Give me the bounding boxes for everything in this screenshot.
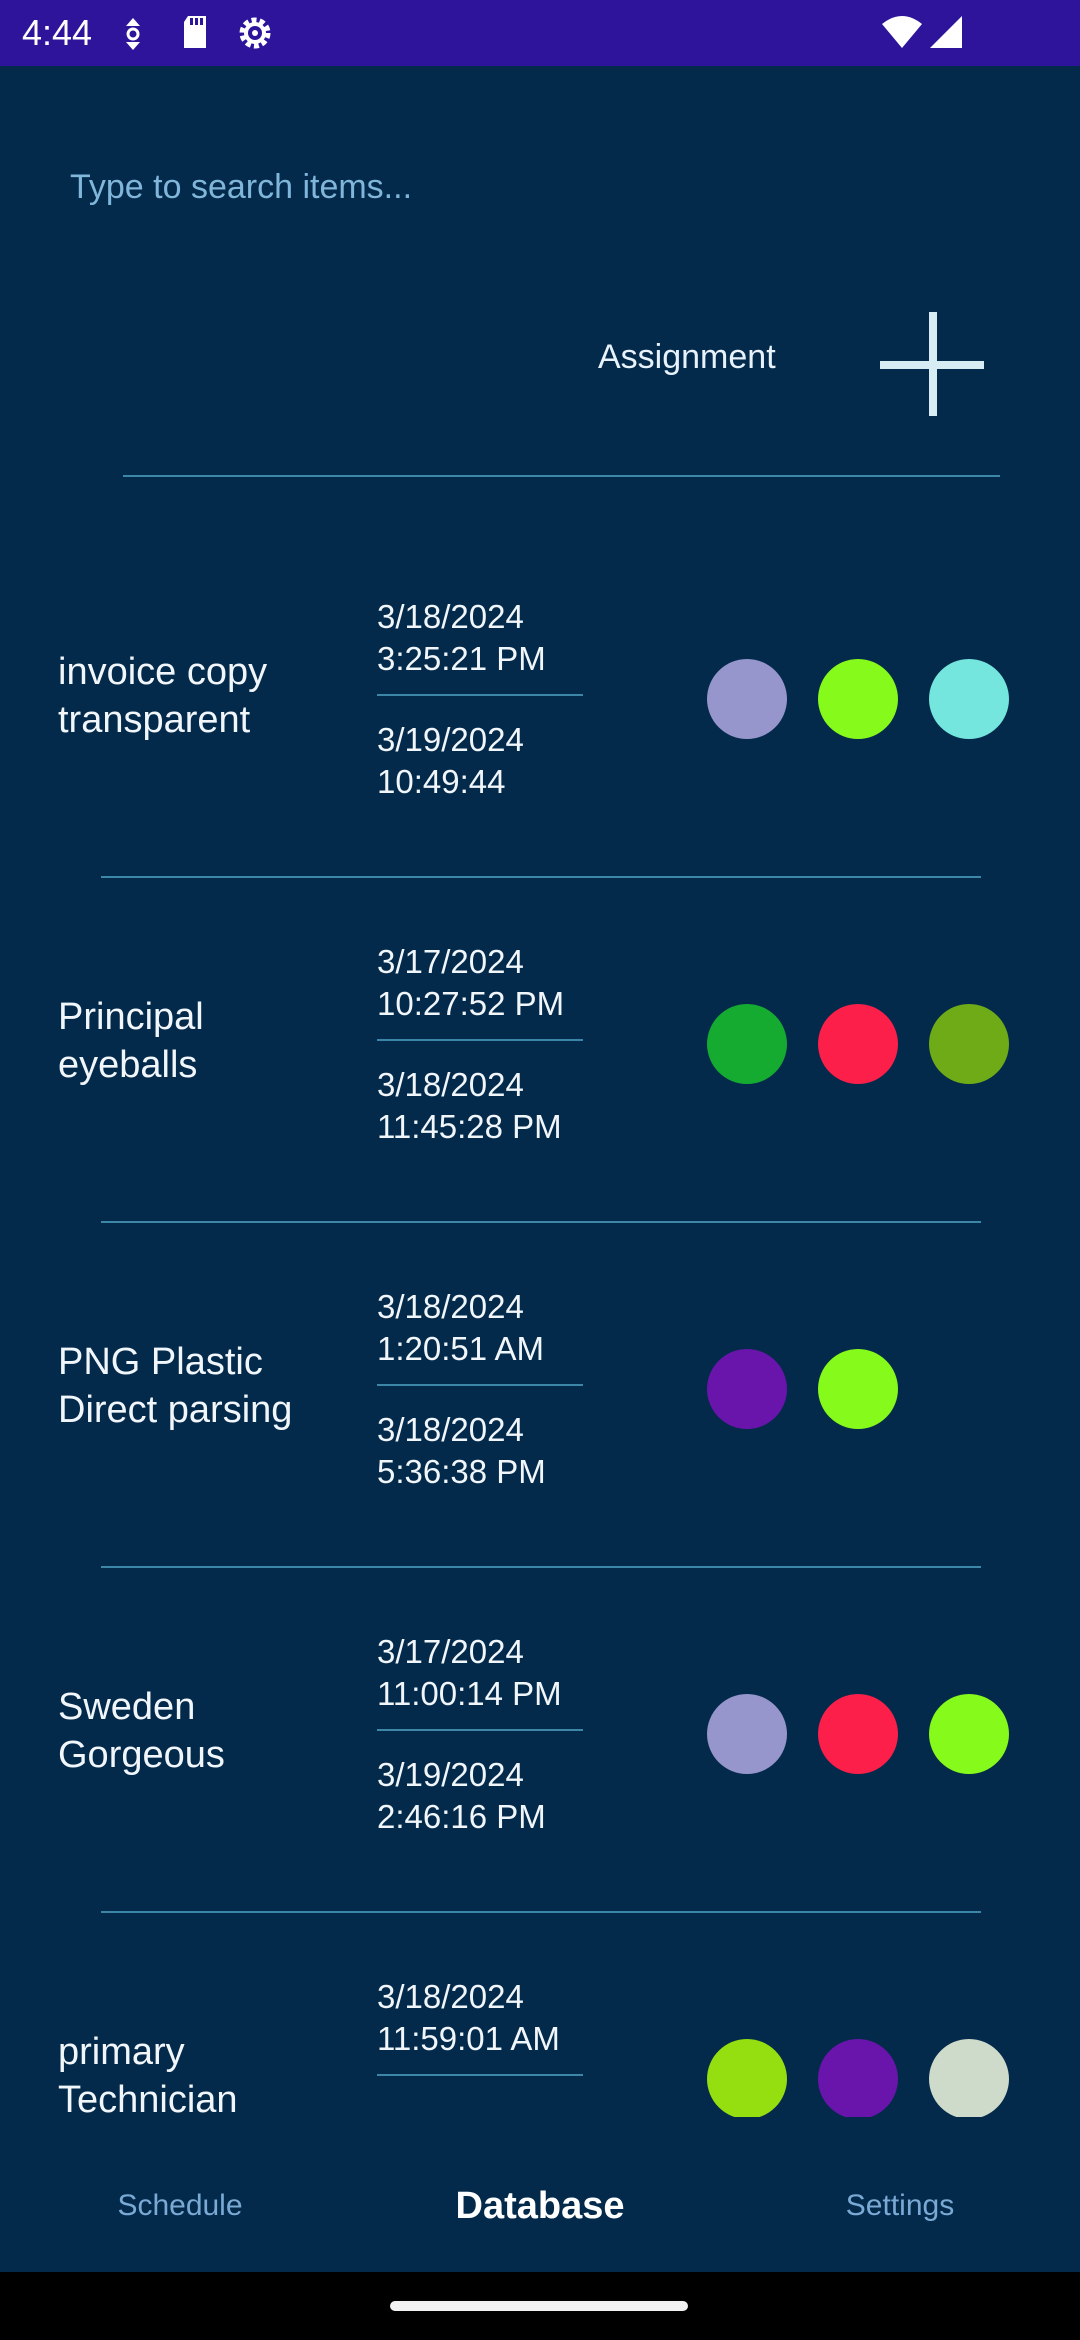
sd-card-icon bbox=[180, 12, 210, 57]
list-item[interactable]: Sweden Gorgeous 3/17/2024 11:00:14 PM 3/19… bbox=[0, 1631, 1080, 1976]
end-datetime: 3/19/2024 10:49:44 bbox=[377, 721, 524, 800]
start-datetime: 3/17/2024 10:27:52 PM bbox=[377, 943, 565, 1022]
tag-color-dot[interactable] bbox=[707, 659, 787, 739]
start-datetime: 3/18/2024 11:59:01 AM bbox=[377, 1978, 560, 2057]
row-divider bbox=[101, 1911, 981, 1913]
date-separator bbox=[377, 1384, 583, 1386]
row-divider bbox=[101, 1221, 981, 1223]
item-title: Sweden Gorgeous bbox=[58, 1686, 225, 1776]
tag-color-dot[interactable] bbox=[929, 659, 1009, 739]
tag-color-dot[interactable] bbox=[818, 1694, 898, 1774]
wifi-icon bbox=[880, 14, 924, 55]
item-list[interactable]: invoice copy transparent 3/18/2024 3:25:21… bbox=[0, 480, 1080, 2117]
start-datetime: 3/17/2024 11:00:14 PM bbox=[377, 1633, 562, 1712]
start-datetime: 3/18/2024 3:25:21 PM bbox=[377, 598, 546, 677]
item-title: PNG Plastic Direct parsing bbox=[58, 1341, 293, 1431]
tag-color-dot[interactable] bbox=[929, 2039, 1009, 2117]
bottom-navigation: Schedule Database Settings bbox=[0, 2140, 1080, 2272]
tag-color-dot[interactable] bbox=[929, 1694, 1009, 1774]
tag-color-dot[interactable] bbox=[818, 1004, 898, 1084]
status-bar: 4:44 bbox=[0, 0, 1080, 66]
search-input[interactable]: Type to search items... bbox=[70, 168, 970, 224]
assignment-label: Assignment bbox=[598, 338, 776, 376]
item-title: Principal eyeballs bbox=[58, 996, 204, 1086]
date-separator bbox=[377, 1039, 583, 1041]
row-divider bbox=[101, 876, 981, 878]
tag-color-dot[interactable] bbox=[818, 2039, 898, 2117]
tab-settings[interactable]: Settings bbox=[720, 2140, 1080, 2272]
list-item[interactable]: Principal eyeballs 3/17/2024 10:27:52 PM 3… bbox=[0, 941, 1080, 1286]
date-separator bbox=[377, 2074, 583, 2076]
item-title: invoice copy transparent bbox=[58, 651, 268, 741]
cell-signal-icon bbox=[928, 14, 964, 55]
end-datetime: 3/19/2024 2:46:16 PM bbox=[377, 1756, 546, 1835]
list-item[interactable]: primary Technician 3/18/2024 11:59:01 AM bbox=[0, 1976, 1080, 2117]
date-separator bbox=[377, 1729, 583, 1731]
tag-color-dot[interactable] bbox=[707, 1004, 787, 1084]
list-item[interactable]: PNG Plastic Direct parsing 3/18/2024 1:20:… bbox=[0, 1286, 1080, 1631]
plus-icon bbox=[880, 312, 984, 416]
tab-database[interactable]: Database bbox=[360, 2140, 720, 2272]
list-item[interactable]: invoice copy transparent 3/18/2024 3:25:21… bbox=[0, 596, 1080, 941]
tag-color-dot[interactable] bbox=[707, 1694, 787, 1774]
date-separator bbox=[377, 694, 583, 696]
add-item-button[interactable] bbox=[878, 310, 988, 420]
end-datetime: 3/18/2024 11:45:28 PM bbox=[377, 1066, 562, 1145]
home-gesture-handle[interactable] bbox=[390, 2301, 688, 2311]
row-divider bbox=[101, 1566, 981, 1568]
tag-color-dot[interactable] bbox=[707, 2039, 787, 2117]
end-datetime: 3/18/2024 5:36:38 PM bbox=[377, 1411, 546, 1490]
start-datetime: 3/18/2024 1:20:51 AM bbox=[377, 1288, 544, 1367]
header-divider bbox=[123, 475, 1000, 477]
tab-schedule[interactable]: Schedule bbox=[0, 2140, 360, 2272]
status-time: 4:44 bbox=[22, 12, 93, 53]
tag-color-dot[interactable] bbox=[707, 1349, 787, 1429]
tag-color-dot[interactable] bbox=[818, 1349, 898, 1429]
settings-gear-icon bbox=[234, 12, 276, 59]
tag-color-dot[interactable] bbox=[929, 1004, 1009, 1084]
item-title: primary Technician bbox=[58, 2031, 238, 2117]
data-saver-icon bbox=[118, 12, 148, 57]
tag-color-dot[interactable] bbox=[818, 659, 898, 739]
